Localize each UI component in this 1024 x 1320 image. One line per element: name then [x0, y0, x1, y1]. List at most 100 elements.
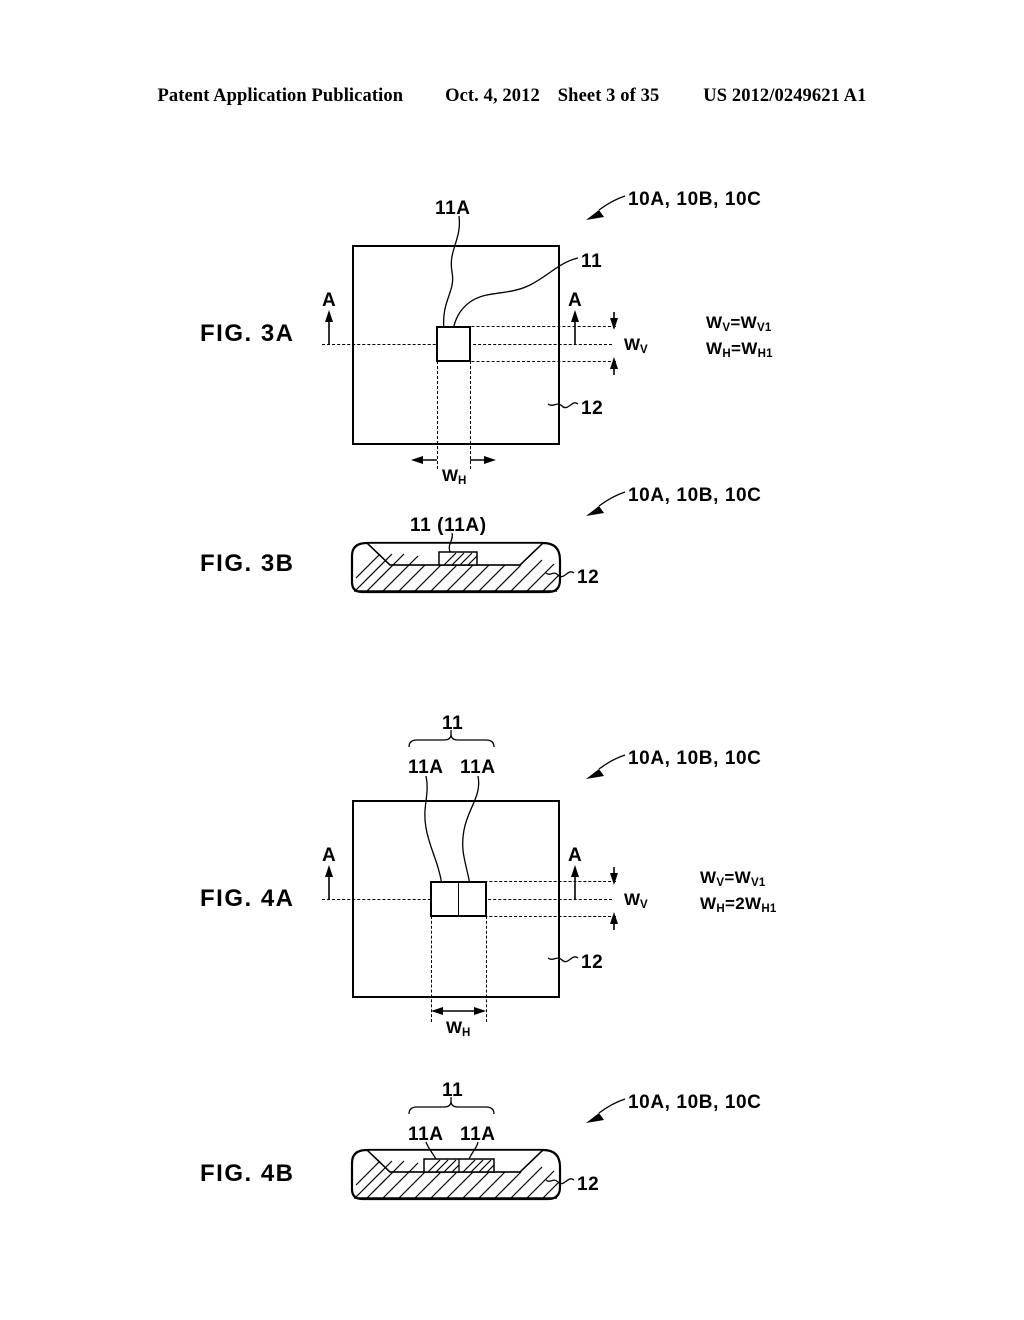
fig3a-section-letter-left: A [322, 290, 336, 311]
fig3a-section-letter-right: A [568, 290, 582, 311]
f4-eq1-op: = [724, 868, 735, 887]
eq1-lhs-sub: V [722, 322, 731, 334]
fig3b-cavity-left-wall [366, 542, 391, 566]
f4-eq1-lhs-sub: V [716, 877, 725, 889]
fig3a-assembly-arrowhead [586, 210, 604, 220]
fig4a-dim-wh-main: W [446, 1018, 463, 1037]
fig4b-cavity-left-wall [366, 1149, 391, 1173]
fig4a-dim-wv-sub: V [640, 899, 648, 911]
f4-eq2-op: = [724, 894, 736, 913]
fig4a-callout-11a-left: 11A [408, 757, 444, 778]
fig4a-dimension-wv: WV [624, 890, 648, 911]
fig3a-dim-wh-sub: H [458, 475, 467, 487]
fig3a-dim-wv-main: W [624, 335, 641, 354]
fig3a-callout-11: 11 [581, 251, 603, 272]
f4-eq2-rhs-sub: H1 [761, 903, 777, 915]
fig4b-callout-brace-11: 11 [442, 1080, 464, 1101]
fig3b-chip-11a [438, 551, 478, 566]
fig3a-chip-right-extension [470, 361, 471, 469]
eq2-op: = [730, 339, 742, 358]
fig4a-chip-divider [458, 882, 459, 916]
figure-3b: FIG. 3B 11 (11A) 12 10A, 10B, 10C [0, 485, 1024, 660]
f4-eq2-lhs: W [700, 894, 717, 913]
fig4b-assembly-arrowhead [586, 1113, 604, 1123]
fig3b-leader-12 [545, 571, 575, 578]
fig4a-callout-11a-right: 11A [460, 757, 496, 778]
fig4a-leader-assembly [598, 754, 626, 770]
eq1-rhs: W [740, 313, 757, 332]
fig3a-equation-2: WH=WH1 [706, 339, 773, 360]
fig3a-wv-bottom-head [610, 357, 618, 369]
fig4a-callout-assembly: 10A, 10B, 10C [628, 748, 762, 769]
eq2-lhs: W [706, 339, 723, 358]
fig3b-cavity-right-wall [519, 542, 544, 566]
fig4b-overlay [350, 1097, 626, 1201]
fig4a-wh-left-head [431, 1007, 443, 1015]
fig3a-callout-11a: 11A [435, 198, 471, 219]
fig3a-leader-assembly [598, 195, 626, 211]
fig3a-wv-top-head [610, 318, 618, 330]
fig3b-substrate-outline [350, 541, 562, 594]
fig4b-callout-11a-right: 11A [460, 1124, 496, 1145]
fig3b-cavity-top-face [365, 542, 545, 566]
fig4b-leader-assembly [598, 1098, 626, 1114]
fig3b-callout-11-11a: 11 (11A) [410, 515, 487, 536]
fig3a-wh-right-head [484, 456, 496, 464]
f4-eq2-lhs-sub: H [716, 903, 725, 915]
fig3a-chip-11a [436, 326, 471, 362]
fig4a-callout-12: 12 [581, 952, 604, 973]
fig4b-leader-12 [545, 1178, 575, 1185]
fig4b-callout-12: 12 [577, 1174, 600, 1195]
fig3a-chip-left-extension [437, 361, 438, 469]
eq2-rhs: W [741, 339, 758, 358]
eq1-lhs: W [706, 313, 723, 332]
fig3a-callout-assembly: 10A, 10B, 10C [628, 189, 762, 210]
f4-eq1-rhs-sub: V1 [750, 877, 766, 889]
fig4b-callout-11a-left: 11A [408, 1124, 444, 1145]
eq2-rhs-sub: H1 [757, 348, 773, 360]
fig4a-dimension-wh: WH [446, 1018, 471, 1039]
fig4a-wv-top-head [610, 873, 618, 885]
fig4a-wv-bottom-head [610, 912, 618, 924]
figure-3b-label: FIG. 3B [200, 550, 295, 577]
fig3a-dimension-wh: WH [442, 466, 467, 487]
fig4a-chip-left-extension [431, 916, 432, 1022]
figure-3a-label: FIG. 3A [200, 320, 295, 347]
fig4b-callout-assembly: 10A, 10B, 10C [628, 1092, 762, 1113]
fig4b-cavity-top-face [365, 1149, 545, 1173]
figure-4b: FIG. 4B 11 11A 11A 12 10A, 10B, 10C [0, 1070, 1024, 1260]
fig4a-brace [408, 733, 495, 748]
f4-eq1-rhs: W [734, 868, 751, 887]
eq2-lhs-sub: H [722, 348, 731, 360]
fig3b-assembly-arrowhead [586, 506, 604, 516]
figure-4a: FIG. 4A A A WV WH 11 11A 11A 12 10A, 10B… [0, 700, 1024, 1060]
fig4a-equation-2: WH=2WH1 [700, 894, 777, 915]
fig4b-substrate-outline [350, 1148, 562, 1201]
fig4a-wh-right-head [474, 1007, 486, 1015]
fig4a-dim-wh-sub: H [462, 1027, 471, 1039]
f4-eq2-rhs: 2W [735, 894, 762, 913]
fig3b-overlay [350, 491, 626, 594]
f4-eq1-lhs: W [700, 868, 717, 887]
fig4a-callout-brace-11: 11 [442, 713, 464, 734]
eq1-rhs-sub: V1 [756, 322, 772, 334]
fig3a-dim-wv-sub: V [640, 344, 648, 356]
figure-4a-label: FIG. 4A [200, 885, 295, 912]
fig3a-wh-left-head [411, 456, 423, 464]
fig3a-dim-wh-main: W [442, 466, 459, 485]
fig4b-hatching [355, 1160, 560, 1200]
fig3b-hatching [355, 553, 560, 593]
fig4b-brace [408, 1100, 495, 1115]
fig3a-callout-12: 12 [581, 398, 604, 419]
fig4b-chip-hatching [427, 1159, 495, 1173]
eq1-op: = [730, 313, 741, 332]
figure-3a: FIG. 3A A A WV WH 11A 11 12 10A, 10B, 10… [0, 0, 1024, 500]
figure-4b-label: FIG. 4B [200, 1160, 295, 1187]
fig3b-callout-assembly: 10A, 10B, 10C [628, 485, 762, 506]
fig3b-chip-hatching [443, 552, 478, 566]
fig3a-equation-1: WV=WV1 [706, 313, 772, 334]
fig3b-callout-12: 12 [577, 567, 600, 588]
fig4a-assembly-arrowhead [586, 769, 604, 779]
fig4a-equation-1: WV=WV1 [700, 868, 766, 889]
fig4b-cavity-right-wall [519, 1149, 544, 1173]
